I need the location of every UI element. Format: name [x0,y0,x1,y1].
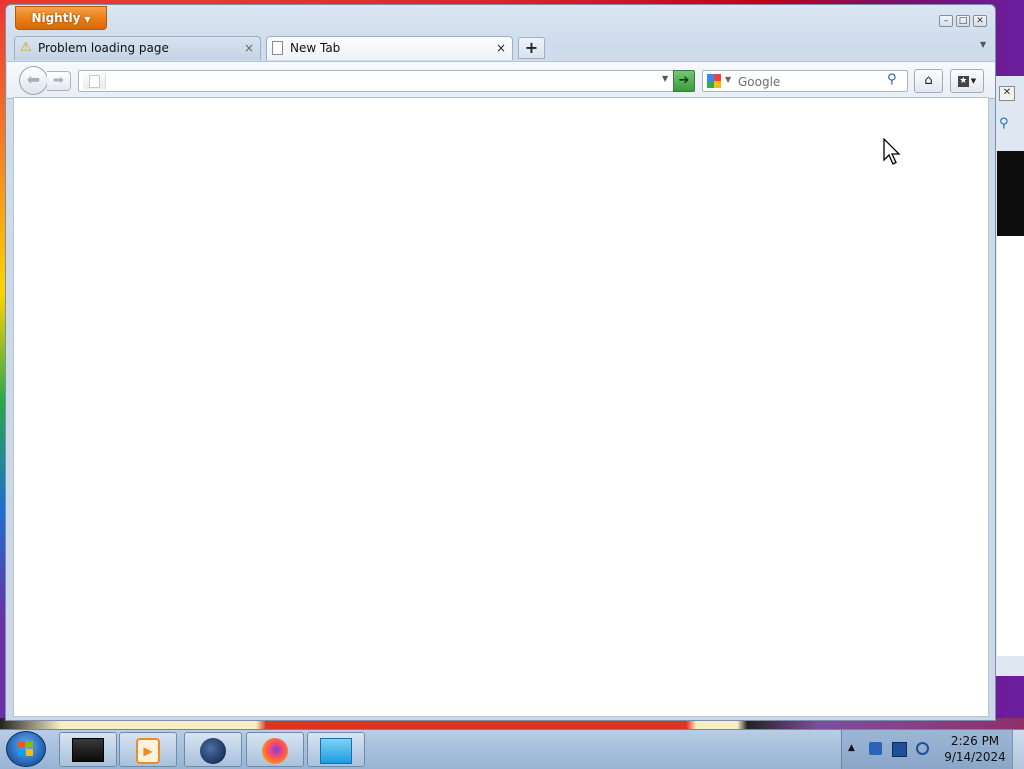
media-player-icon: ▶ [136,738,160,764]
browser-window: Nightly ▼ – □ ✕ ⚠ Problem loading page × … [5,4,996,721]
clock[interactable]: 2:26 PM 9/14/2024 [942,733,1008,765]
clock-time: 2:26 PM [950,734,1000,748]
page-icon [272,41,283,55]
app-menu-button[interactable]: Nightly ▼ [15,6,107,30]
app-menu-label: Nightly [31,11,81,25]
mouse-cursor-icon [883,138,901,165]
tab-close-button[interactable]: × [244,37,254,59]
terminal-icon [72,738,104,762]
tab-list-chevron-icon[interactable]: ▼ [980,40,986,49]
background-window-content [997,236,1024,656]
engine-dropdown-icon[interactable]: ▼ [725,75,731,84]
url-bar[interactable]: ▼ [78,70,674,92]
taskbar: ▶ ▲ 2:26 PM 9/14/2024 [0,729,1024,769]
background-window-close-icon[interactable]: ✕ [999,86,1015,101]
new-tab-button[interactable]: + [518,37,545,59]
network-icon[interactable] [892,742,907,757]
navigation-toolbar: ⬅ ➡ ▼ ➔ ▼ ⚲ ⌂ ★▼ [7,61,995,99]
maximize-button[interactable]: □ [956,15,970,27]
search-magnifier-icon[interactable]: ⚲ [887,72,897,87]
tab-close-button[interactable]: × [496,37,506,59]
tab-problem-loading[interactable]: ⚠ Problem loading page × [14,36,261,60]
taskbar-media-player-app[interactable]: ▶ [119,732,177,767]
close-window-button[interactable]: ✕ [973,15,987,27]
go-button[interactable]: ➔ [673,70,695,92]
warning-icon: ⚠ [20,40,32,55]
taskbar-explorer-app[interactable] [307,732,365,767]
volume-icon[interactable] [916,742,929,755]
back-button[interactable]: ⬅ [19,66,48,95]
folder-icon [320,738,352,764]
taskbar-firefox-app[interactable] [246,732,304,767]
taskbar-terminal-app[interactable] [59,732,117,767]
tab-strip: ⚠ Problem loading page × New Tab × + ▼ [14,36,990,60]
home-icon: ⌂ [924,73,933,88]
site-identity-button[interactable] [83,73,106,89]
search-bar[interactable]: ▼ ⚲ [702,70,908,92]
tab-new-tab[interactable]: New Tab × [266,36,513,60]
action-center-icon[interactable] [869,742,882,755]
clock-date: 9/14/2024 [944,750,1006,764]
tab-label: New Tab [290,41,341,55]
blank-page-icon [89,75,100,88]
bookmark-star-icon: ★ [957,75,969,87]
background-window-dark-panel [997,151,1024,236]
start-button[interactable] [6,731,46,767]
tab-label: Problem loading page [38,41,169,55]
google-engine-icon[interactable] [707,74,721,88]
bookmarks-menu-button[interactable]: ★ ▼ [950,69,984,93]
search-input[interactable] [736,72,885,92]
globe-icon [200,738,226,764]
show-desktop-button[interactable] [1012,730,1024,769]
history-dropdown-icon[interactable]: ▼ [662,74,668,83]
page-content[interactable] [13,97,989,717]
url-input[interactable] [109,72,653,92]
show-hidden-icons-icon[interactable]: ▲ [848,743,855,753]
minimize-button[interactable]: – [939,15,953,27]
chevron-down-icon: ▼ [970,77,977,85]
taskbar-globe-app[interactable] [184,732,242,767]
home-button[interactable]: ⌂ [914,69,943,93]
firefox-icon [262,738,288,764]
system-tray: ▲ 2:26 PM 9/14/2024 [841,730,1024,769]
background-window-search-icon[interactable]: ⚲ [999,116,1009,131]
forward-button[interactable]: ➡ [47,71,71,91]
windows-logo-icon [18,741,34,757]
chevron-down-icon: ▼ [84,15,91,24]
